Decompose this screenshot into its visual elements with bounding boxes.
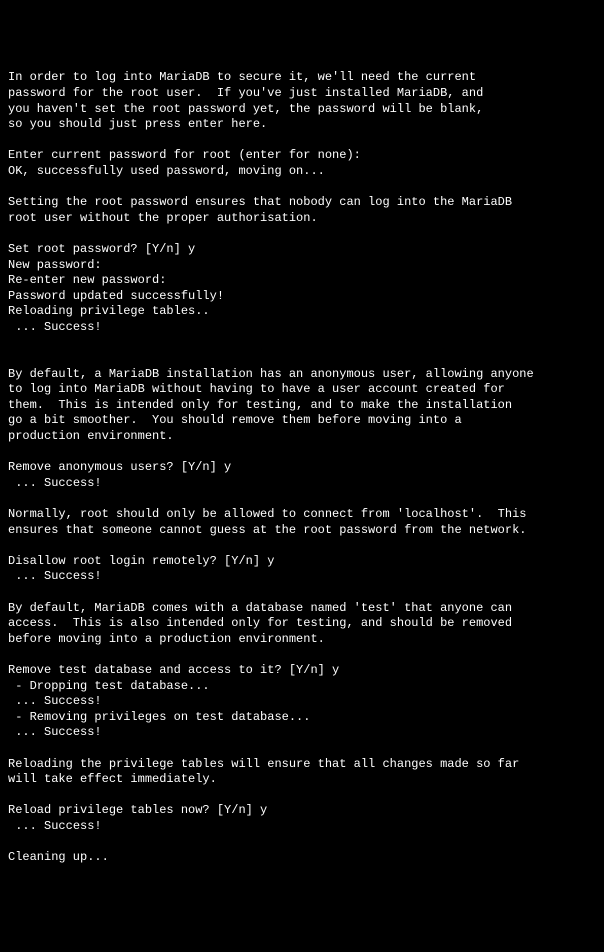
terminal-line: before moving into a production environm… [8, 632, 596, 648]
terminal-line: Cleaning up... [8, 850, 596, 866]
terminal-line [8, 445, 596, 461]
terminal-line: password for the root user. If you've ju… [8, 86, 596, 102]
terminal-output: In order to log into MariaDB to secure i… [8, 70, 596, 865]
terminal-line [8, 538, 596, 554]
terminal-line: ... Success! [8, 320, 596, 336]
terminal-line: you haven't set the root password yet, t… [8, 102, 596, 118]
terminal-line: Password updated successfully! [8, 289, 596, 305]
terminal-line: OK, successfully used password, moving o… [8, 164, 596, 180]
terminal-line [8, 133, 596, 149]
terminal-line: - Dropping test database... [8, 679, 596, 695]
terminal-line [8, 741, 596, 757]
terminal-line [8, 335, 596, 351]
terminal-line: ensures that someone cannot guess at the… [8, 523, 596, 539]
terminal-line [8, 788, 596, 804]
terminal-line: By default, a MariaDB installation has a… [8, 367, 596, 383]
terminal-line: root user without the proper authorisati… [8, 211, 596, 227]
terminal-line [8, 226, 596, 242]
terminal-line: Re-enter new password: [8, 273, 596, 289]
terminal-line [8, 647, 596, 663]
terminal-line [8, 834, 596, 850]
terminal-line: ... Success! [8, 694, 596, 710]
terminal-line: ... Success! [8, 569, 596, 585]
terminal-line: production environment. [8, 429, 596, 445]
terminal-line: - Removing privileges on test database..… [8, 710, 596, 726]
terminal-line: In order to log into MariaDB to secure i… [8, 70, 596, 86]
terminal-line: By default, MariaDB comes with a databas… [8, 601, 596, 617]
terminal-line: Remove test database and access to it? [… [8, 663, 596, 679]
terminal-line: go a bit smoother. You should remove the… [8, 413, 596, 429]
terminal-line: access. This is also intended only for t… [8, 616, 596, 632]
terminal-line: will take effect immediately. [8, 772, 596, 788]
terminal-line: Remove anonymous users? [Y/n] y [8, 460, 596, 476]
terminal-line [8, 351, 596, 367]
terminal-line [8, 491, 596, 507]
terminal-line: Enter current password for root (enter f… [8, 148, 596, 164]
terminal-line [8, 585, 596, 601]
terminal-line: Setting the root password ensures that n… [8, 195, 596, 211]
terminal-line: Reloading the privilege tables will ensu… [8, 757, 596, 773]
terminal-line: so you should just press enter here. [8, 117, 596, 133]
terminal-line: Reloading privilege tables.. [8, 304, 596, 320]
terminal-line: ... Success! [8, 819, 596, 835]
terminal-line: ... Success! [8, 725, 596, 741]
terminal-line: New password: [8, 258, 596, 274]
terminal-line: Reload privilege tables now? [Y/n] y [8, 803, 596, 819]
terminal-line: Normally, root should only be allowed to… [8, 507, 596, 523]
terminal-line: Set root password? [Y/n] y [8, 242, 596, 258]
terminal-line: ... Success! [8, 476, 596, 492]
terminal-line: to log into MariaDB without having to ha… [8, 382, 596, 398]
terminal-line: Disallow root login remotely? [Y/n] y [8, 554, 596, 570]
terminal-line [8, 180, 596, 196]
terminal-line: them. This is intended only for testing,… [8, 398, 596, 414]
